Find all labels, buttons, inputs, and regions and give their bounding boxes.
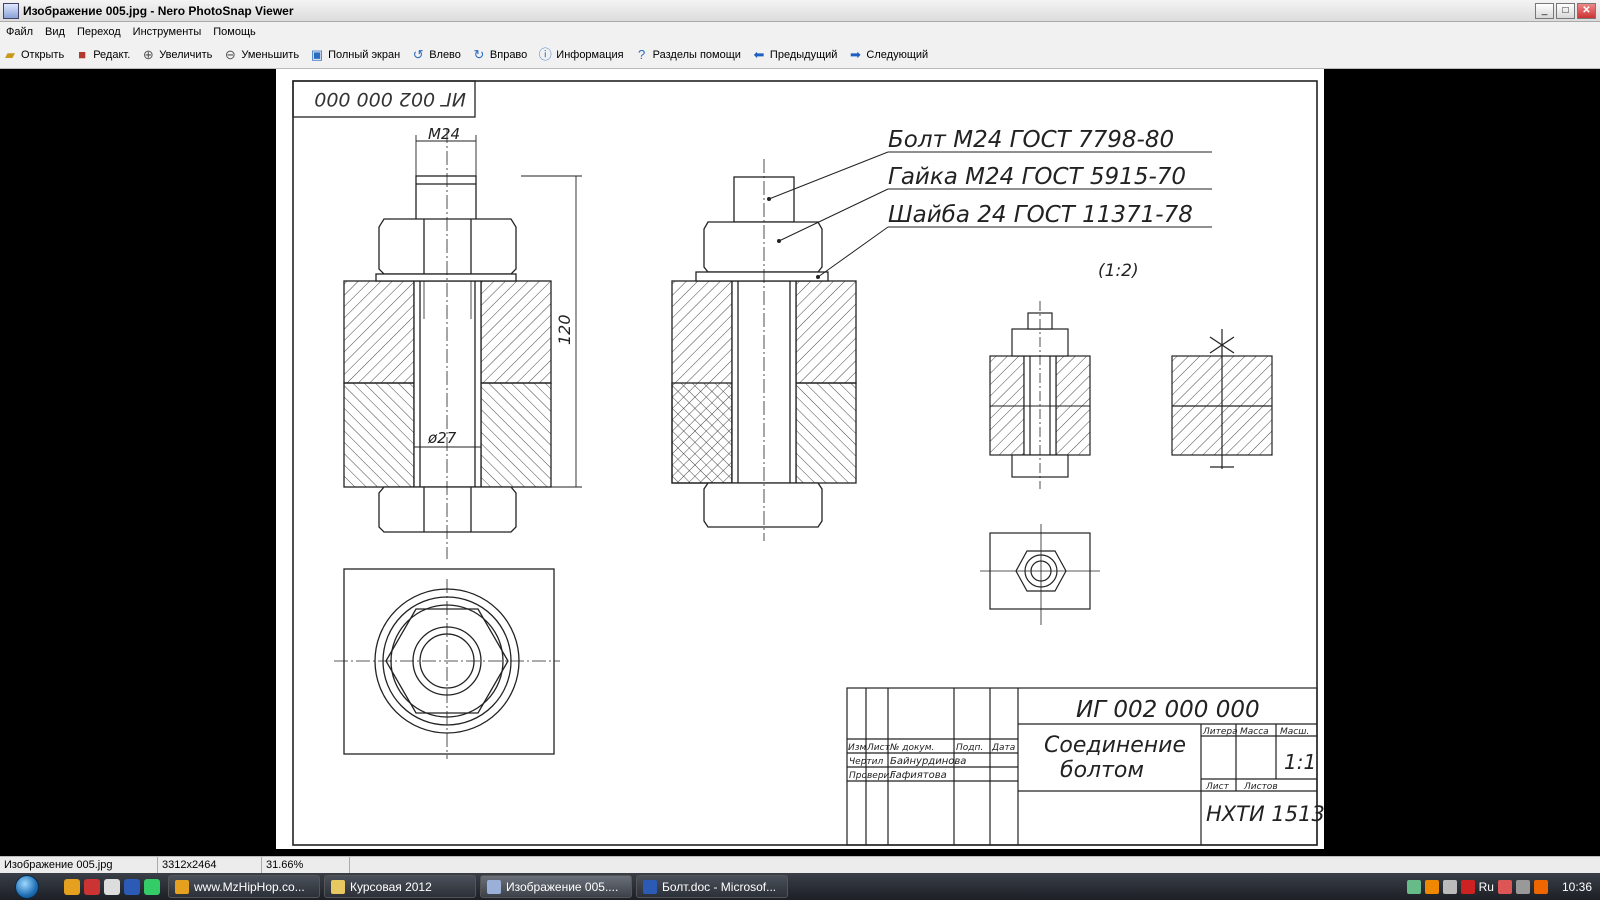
titleblock-org: НХТИ 1513 [1206, 802, 1324, 826]
word-icon [643, 879, 657, 894]
edit-icon: ■ [78, 47, 87, 62]
sheets-label: Листов [1243, 782, 1278, 792]
titleblock-code: ИГ 002 000 000 [1076, 697, 1260, 723]
status-zoom: 31.66% [262, 856, 350, 874]
sheet-label: Лист [1205, 782, 1230, 792]
litera-label: Литера [1202, 727, 1238, 737]
rotate-left-icon: ↺ [412, 47, 424, 62]
row-checked-label: Проверил [849, 771, 895, 781]
drawn-by: Байнурдинова [890, 756, 966, 767]
menu-tools[interactable]: Инструменты [127, 26, 208, 38]
app-icon [3, 2, 19, 19]
language-indicator[interactable]: Ru [1479, 880, 1494, 894]
windows-orb-icon [15, 874, 39, 899]
status-filename: Изображение 005.jpg [0, 856, 158, 874]
checked-by: Гафиятова [890, 770, 947, 781]
folder-icon [331, 879, 345, 894]
fullscreen-button[interactable]: ▣ Полный экран [309, 47, 400, 63]
open-button[interactable]: ▰ Открыть [2, 47, 64, 63]
col-header-sign: Подп. [956, 743, 983, 753]
menu-help[interactable]: Помощь [207, 26, 262, 38]
col-header-izm: Изм [848, 743, 867, 753]
callout-nut: Гайка М24 ГОСТ 5915-70 [888, 164, 1186, 190]
zoom-out-icon: ⊖ [224, 47, 236, 62]
engineering-drawing: ИГ 002 000 000 М24 120 ø27 Болт М24 ГОСТ… [276, 69, 1325, 849]
next-button[interactable]: ➡ Следующий [847, 47, 928, 63]
stamp-code: ИГ 002 000 000 [314, 88, 466, 110]
window-title: Изображение 005.jpg - Nero PhotoSnap Vie… [23, 3, 294, 18]
volume-icon[interactable] [1442, 879, 1457, 894]
zoom-in-button[interactable]: ⊕ Увеличить [140, 47, 213, 63]
antivirus-icon[interactable] [1460, 879, 1475, 894]
callout-bolt: Болт М24 ГОСТ 7798-80 [888, 127, 1174, 153]
status-bar: Изображение 005.jpg 3312x2464 31.66% [0, 856, 1600, 874]
help-icon: ? [638, 47, 646, 62]
quicklaunch-app-icon[interactable] [144, 878, 160, 895]
task-browser[interactable]: www.MzHipHop.co... [168, 875, 320, 898]
window-controls: _ □ ✕ [1535, 3, 1596, 19]
help-topics-button[interactable]: ? Разделы помощи [634, 47, 741, 63]
minimize-button[interactable]: _ [1535, 3, 1554, 19]
quicklaunch-media-icon[interactable] [104, 878, 120, 895]
previous-button[interactable]: ⬅ Предыдущий [751, 47, 837, 63]
quicklaunch-calendar-icon[interactable] [84, 878, 100, 895]
col-header-doc: № докум. [889, 743, 934, 753]
clock[interactable]: 10:36 [1562, 880, 1592, 894]
title-bar: Изображение 005.jpg - Nero PhotoSnap Vie… [0, 0, 1600, 22]
arrow-left-icon: ⬅ [753, 47, 765, 62]
info-button[interactable]: ⓘ Информация [537, 47, 624, 63]
dim-120: 120 [555, 314, 574, 345]
browser-icon [175, 879, 189, 894]
scale-note: (1:2) [1098, 261, 1139, 281]
network-icon[interactable] [1406, 879, 1421, 894]
system-tray: Ru 10:36 [1406, 873, 1600, 900]
rotate-right-icon: ↻ [473, 47, 485, 62]
row-drawn-label: Чертил [849, 757, 884, 767]
menu-bar: Файл Вид Переход Инструменты Помощь [0, 22, 1600, 42]
tray-app2-icon[interactable] [1515, 879, 1530, 894]
titleblock-name-line1: Соединение [1044, 733, 1186, 758]
fullscreen-icon: ▣ [310, 47, 324, 62]
titleblock-scale: 1:1 [1284, 750, 1316, 774]
task-photosnap[interactable]: Изображение 005.... [480, 875, 632, 898]
task-folder[interactable]: Курсовая 2012 [324, 875, 476, 898]
image-viewer-icon [487, 879, 501, 894]
col-header-list: Лист [866, 743, 891, 753]
scale-label: Масш. [1280, 727, 1309, 737]
drawing-svg: ИГ 002 000 000 М24 120 ø27 Болт М24 ГОСТ… [292, 80, 1325, 846]
menu-view[interactable]: Вид [39, 26, 71, 38]
dim-m24: М24 [428, 125, 460, 143]
image-viewport[interactable]: ИГ 002 000 000 М24 120 ø27 Болт М24 ГОСТ… [0, 69, 1600, 856]
info-icon: ⓘ [538, 47, 552, 62]
status-dimensions: 3312x2464 [158, 856, 262, 874]
quicklaunch-browser-icon[interactable] [64, 878, 80, 895]
arrow-right-icon: ➡ [849, 47, 861, 62]
task-word[interactable]: Болт.doc - Microsof... [636, 875, 788, 898]
tray-app3-icon[interactable] [1533, 879, 1548, 894]
titleblock-name-line2: болтом [1060, 758, 1144, 783]
taskbar: www.MzHipHop.co... Курсовая 2012 Изображ… [0, 873, 1600, 900]
edit-button[interactable]: ■ Редакт. [74, 47, 130, 63]
rotate-left-button[interactable]: ↺ Влево [410, 47, 461, 63]
quicklaunch-word-icon[interactable] [124, 878, 140, 895]
menu-go[interactable]: Переход [71, 26, 127, 38]
callout-washer: Шайба 24 ГОСТ 11371-78 [888, 202, 1193, 228]
col-header-date: Дата [991, 743, 1015, 753]
start-button[interactable] [0, 873, 54, 900]
toolbar: ▰ Открыть ■ Редакт. ⊕ Увеличить ⊖ Уменьш… [0, 42, 1600, 69]
zoom-in-icon: ⊕ [142, 47, 154, 62]
maximize-button[interactable]: □ [1556, 3, 1575, 19]
dim-d27: ø27 [427, 429, 457, 447]
menu-file[interactable]: Файл [0, 26, 39, 38]
media-player-icon[interactable] [1424, 879, 1439, 894]
zoom-out-button[interactable]: ⊖ Уменьшить [222, 47, 299, 63]
rotate-right-button[interactable]: ↻ Вправо [471, 47, 527, 63]
folder-open-icon: ▰ [5, 47, 15, 62]
mass-label: Масса [1240, 727, 1269, 737]
close-button[interactable]: ✕ [1577, 3, 1596, 19]
quick-launch [64, 878, 160, 895]
tray-app-icon[interactable] [1497, 879, 1512, 894]
